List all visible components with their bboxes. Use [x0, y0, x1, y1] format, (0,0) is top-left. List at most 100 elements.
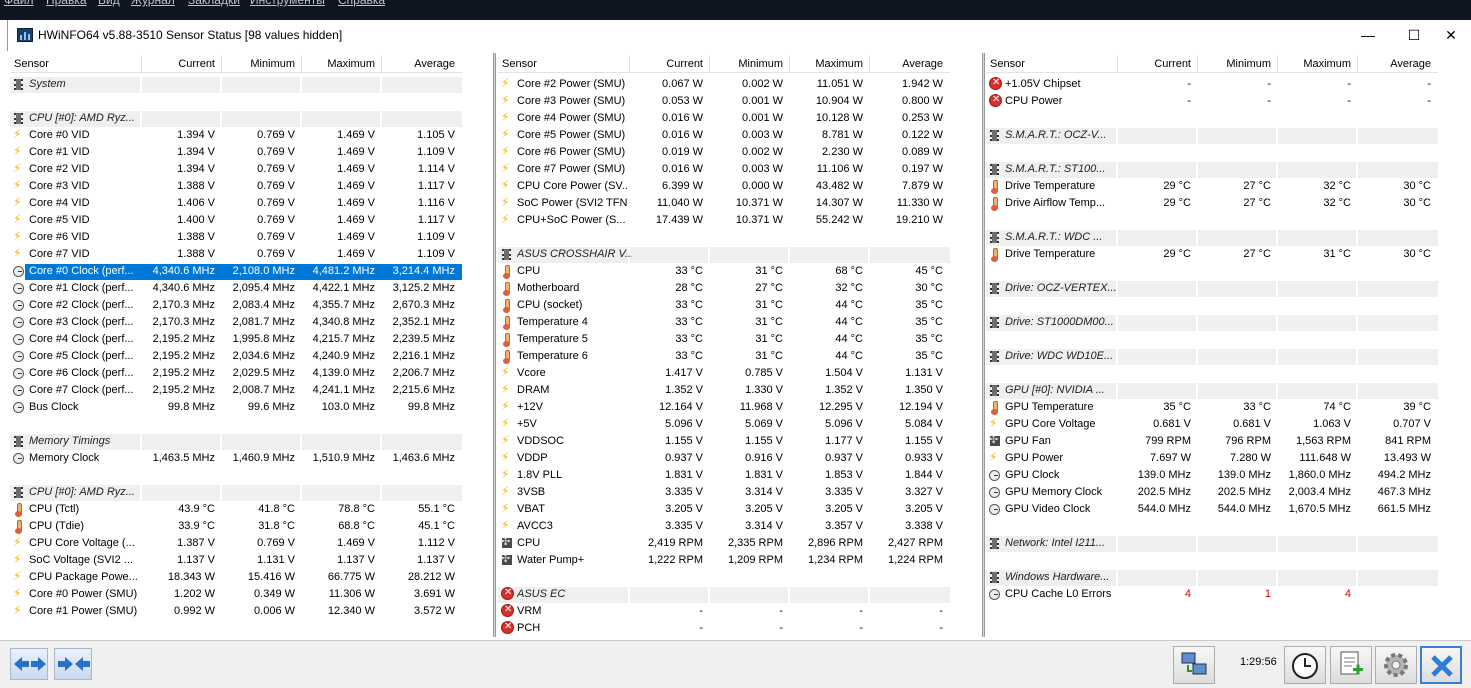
column-header-current[interactable]: Current	[628, 58, 703, 71]
sensor-row[interactable]: Core #4 VID 1.406 V 0.769 V 1.469 V 1.116 V	[10, 195, 462, 212]
sensor-row[interactable]: SoC Power (SVI2 TFN) 11.040 W 10.371 W 14.3…	[498, 195, 950, 212]
sensor-pane-3[interactable]: Sensor Current Minimum Maximum Average +1.05V…	[986, 53, 1438, 637]
sensor-row[interactable]: GPU Core Voltage 0.681 V 0.681 V 1.063 V 0.7…	[986, 416, 1438, 433]
sensor-row[interactable]: GPU Fan 799 RPM 796 RPM 1,563 RPM 841 RPM	[986, 433, 1438, 450]
pane-divider[interactable]	[493, 53, 496, 637]
nav-arrows-collapse-button[interactable]	[54, 648, 92, 680]
sensor-row[interactable]: Core #4 Clock (perf... 2,195.2 MHz 1,995.8…	[10, 331, 462, 348]
column-header-sensor[interactable]: Sensor	[14, 58, 89, 71]
clock-reset-button[interactable]	[1284, 646, 1326, 684]
logging-button[interactable]	[1330, 646, 1372, 684]
sensor-group-header[interactable]: S.M.A.R.T.: OCZ-V...	[986, 127, 1438, 144]
sensor-row[interactable]: Core #2 Clock (perf... 2,170.3 MHz 2,083.4…	[10, 297, 462, 314]
menu-item[interactable]: Справка	[338, 0, 385, 7]
sensor-row[interactable]: Vcore 1.417 V 0.785 V 1.504 V 1.131 V	[498, 365, 950, 382]
sensor-row[interactable]: Core #0 Clock (perf... 4,340.6 MHz 2,108.0…	[10, 263, 462, 280]
sensor-group-header[interactable]: S.M.A.R.T.: ST100...	[986, 161, 1438, 178]
sensor-row[interactable]: CPU Core Power (SV... 6.399 W 0.000 W 43.48…	[498, 178, 950, 195]
column-header-sensor[interactable]: Sensor	[502, 58, 577, 71]
sensor-row[interactable]: PCH - - - -	[498, 620, 950, 637]
column-header-minimum[interactable]: Minimum	[1196, 58, 1271, 71]
menu-item[interactable]: Файл	[4, 0, 34, 7]
sensor-row[interactable]: Core #5 Power (SMU) 0.016 W 0.003 W 8.781 W…	[498, 127, 950, 144]
sensor-row[interactable]: Bus Clock 99.8 MHz 99.6 MHz 103.0 MHz 99.8 M…	[10, 399, 462, 416]
column-header-maximum[interactable]: Maximum	[300, 58, 375, 71]
sensor-row[interactable]: SoC Voltage (SVI2 ... 1.137 V 1.131 V 1.137…	[10, 552, 462, 569]
sensor-row[interactable]: +1.05V Chipset - - - -	[986, 76, 1438, 93]
sensor-row[interactable]: Temperature 6 33 °C 31 °C 44 °C 35 °C	[498, 348, 950, 365]
sensor-row[interactable]: VDDSOC 1.155 V 1.155 V 1.177 V 1.155 V	[498, 433, 950, 450]
sensor-row[interactable]: Core #6 Clock (perf... 2,195.2 MHz 2,029.5…	[10, 365, 462, 382]
sensor-row[interactable]: +5V 5.096 V 5.069 V 5.096 V 5.084 V	[498, 416, 950, 433]
sensor-row[interactable]: Temperature 4 33 °C 31 °C 44 °C 35 °C	[498, 314, 950, 331]
sensor-row[interactable]: CPU Core Voltage (... 1.387 V 0.769 V 1.469…	[10, 535, 462, 552]
menu-item[interactable]: Закладки	[188, 0, 240, 7]
sensor-group-header[interactable]: CPU [#0]: AMD Ryz...	[10, 484, 462, 501]
sensor-row[interactable]: Temperature 5 33 °C 31 °C 44 °C 35 °C	[498, 331, 950, 348]
sensor-row[interactable]: Memory Clock 1,463.5 MHz 1,460.9 MHz 1,510.…	[10, 450, 462, 467]
sensor-row[interactable]: CPU Package Powe... 18.343 W 15.416 W 66.77…	[10, 569, 462, 586]
sensor-row[interactable]: Core #0 VID 1.394 V 0.769 V 1.469 V 1.105 V	[10, 127, 462, 144]
sensor-group-header[interactable]: System	[10, 76, 462, 93]
sensor-group-header[interactable]: ASUS CROSSHAIR V...	[498, 246, 950, 263]
column-header-sensor[interactable]: Sensor	[990, 58, 1065, 71]
sensor-row[interactable]: Core #5 Clock (perf... 2,195.2 MHz 2,034.6…	[10, 348, 462, 365]
sensor-row[interactable]: Drive Temperature 29 °C 27 °C 31 °C 30 °C	[986, 246, 1438, 263]
sensor-group-header[interactable]: Drive: WDC WD10E...	[986, 348, 1438, 365]
sensor-row[interactable]: CPU 2,419 RPM 2,335 RPM 2,896 RPM 2,427 RPM	[498, 535, 950, 552]
sensor-row[interactable]: Core #5 VID 1.400 V 0.769 V 1.469 V 1.117 V	[10, 212, 462, 229]
sensor-group-header[interactable]: Network: Intel I211...	[986, 535, 1438, 552]
sensor-row[interactable]: CPU 33 °C 31 °C 68 °C 45 °C	[498, 263, 950, 280]
sensor-group-header[interactable]: Drive: OCZ-VERTEX...	[986, 280, 1438, 297]
nav-arrows-expand-button[interactable]	[10, 648, 48, 680]
menu-item[interactable]: Журнал	[131, 0, 175, 7]
sensor-row[interactable]: CPU+SoC Power (S... 17.439 W 10.371 W 55.24…	[498, 212, 950, 229]
column-header-average[interactable]: Average	[380, 58, 455, 71]
sensor-row[interactable]: Core #6 VID 1.388 V 0.769 V 1.469 V 1.109 V	[10, 229, 462, 246]
sensor-row[interactable]: Core #2 Power (SMU) 0.067 W 0.002 W 11.051 …	[498, 76, 950, 93]
sensor-row[interactable]: Core #6 Power (SMU) 0.019 W 0.002 W 2.230 W…	[498, 144, 950, 161]
menu-item[interactable]: Правка	[46, 0, 87, 7]
sensor-row[interactable]: Core #7 VID 1.388 V 0.769 V 1.469 V 1.109 V	[10, 246, 462, 263]
settings-button[interactable]	[1375, 646, 1417, 684]
sensor-row[interactable]: Water Pump+ 1,222 RPM 1,209 RPM 1,234 RPM 1,…	[498, 552, 950, 569]
sensor-row[interactable]: Motherboard 28 °C 27 °C 32 °C 30 °C	[498, 280, 950, 297]
menu-item[interactable]: Вид	[98, 0, 120, 7]
sensor-row[interactable]: Core #2 VID 1.394 V 0.769 V 1.469 V 1.114 V	[10, 161, 462, 178]
sensor-row[interactable]: Core #7 Clock (perf... 2,195.2 MHz 2,008.7…	[10, 382, 462, 399]
close-button[interactable]: ✕	[1428, 20, 1471, 51]
sensor-group-header[interactable]: Drive: ST1000DM00...	[986, 314, 1438, 331]
sensor-row[interactable]: Core #4 Power (SMU) 0.016 W 0.001 W 10.128 …	[498, 110, 950, 127]
close-sensors-button[interactable]	[1420, 646, 1462, 684]
pane-divider[interactable]	[982, 53, 985, 637]
sensor-group-header[interactable]: GPU [#0]: NVIDIA ...	[986, 382, 1438, 399]
sensor-row[interactable]: CPU Cache L0 Errors 4 1 4	[986, 586, 1438, 603]
sensor-row[interactable]: Core #3 VID 1.388 V 0.769 V 1.469 V 1.117 V	[10, 178, 462, 195]
sensor-row[interactable]: DRAM 1.352 V 1.330 V 1.352 V 1.350 V	[498, 382, 950, 399]
sensor-row[interactable]: Drive Airflow Temp... 29 °C 27 °C 32 °C 30 °…	[986, 195, 1438, 212]
column-header-current[interactable]: Current	[140, 58, 215, 71]
sensor-row[interactable]: GPU Temperature 35 °C 33 °C 74 °C 39 °C	[986, 399, 1438, 416]
column-header-maximum[interactable]: Maximum	[1276, 58, 1351, 71]
sensor-group-header[interactable]: S.M.A.R.T.: WDC ...	[986, 229, 1438, 246]
sensor-group-header[interactable]: Windows Hardware...	[986, 569, 1438, 586]
sensor-row[interactable]: AVCC3 3.335 V 3.314 V 3.357 V 3.338 V	[498, 518, 950, 535]
sensor-row[interactable]: CPU (socket) 33 °C 31 °C 44 °C 35 °C	[498, 297, 950, 314]
sensor-row[interactable]: GPU Clock 139.0 MHz 139.0 MHz 1,860.0 MHz 49…	[986, 467, 1438, 484]
sensor-row[interactable]: Core #1 Power (SMU) 0.992 W 0.006 W 12.340 …	[10, 603, 462, 620]
sensor-row[interactable]: VBAT 3.205 V 3.205 V 3.205 V 3.205 V	[498, 501, 950, 518]
sensor-row[interactable]: Core #0 Power (SMU) 1.202 W 0.349 W 11.306 …	[10, 586, 462, 603]
column-header-average[interactable]: Average	[1356, 58, 1431, 71]
sensor-pane-1[interactable]: Sensor Current Minimum Maximum Average System…	[10, 53, 462, 637]
sensor-row[interactable]: CPU (Tdie) 33.9 °C 31.8 °C 68.8 °C 45.1 °C	[10, 518, 462, 535]
column-header-minimum[interactable]: Minimum	[220, 58, 295, 71]
column-header-average[interactable]: Average	[868, 58, 943, 71]
column-header-minimum[interactable]: Minimum	[708, 58, 783, 71]
menu-item[interactable]: Инструменты	[250, 0, 325, 7]
sensor-row[interactable]: Core #1 Clock (perf... 4,340.6 MHz 2,095.4…	[10, 280, 462, 297]
sensor-row[interactable]: CPU (Tctl) 43.9 °C 41.8 °C 78.8 °C 55.1 °C	[10, 501, 462, 518]
column-header-current[interactable]: Current	[1116, 58, 1191, 71]
sensor-row[interactable]: Core #3 Power (SMU) 0.053 W 0.001 W 10.904 …	[498, 93, 950, 110]
sensor-row[interactable]: CPU Power - - - -	[986, 93, 1438, 110]
column-header-maximum[interactable]: Maximum	[788, 58, 863, 71]
